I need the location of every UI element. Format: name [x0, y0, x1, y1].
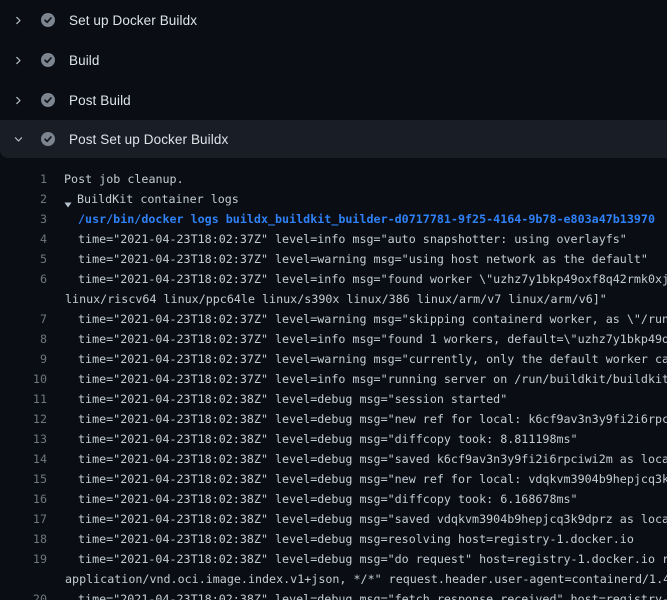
log-line: 14time="2021-04-23T18:02:38Z" level=debu… — [0, 449, 667, 469]
line-number[interactable]: 5 — [0, 249, 47, 269]
log-panel: 1Post job cleanup.2 BuildKit container lo… — [0, 158, 667, 600]
log-command-text: /usr/bin/docker logs buildx_buildkit_bui… — [47, 209, 655, 229]
line-number[interactable]: 13 — [0, 429, 47, 449]
line-number[interactable]: 12 — [0, 409, 47, 429]
log-line: application/vnd.oci.image.index.v1+json,… — [0, 569, 667, 589]
log-line: 17time="2021-04-23T18:02:38Z" level=debu… — [0, 509, 667, 529]
log-text: time="2021-04-23T18:02:37Z" level=info m… — [47, 229, 627, 249]
log-text: time="2021-04-23T18:02:37Z" level=info m… — [47, 369, 667, 389]
chevron-down-icon — [13, 131, 29, 147]
github-actions-log-viewer: Set up Docker Buildx Build Post Build Post … — [0, 0, 667, 600]
log-text: time="2021-04-23T18:02:38Z" level=debug … — [47, 549, 667, 569]
log-line: 2 BuildKit container logs — [0, 189, 667, 209]
log-text: time="2021-04-23T18:02:38Z" level=debug … — [47, 589, 667, 600]
log-line: 3/usr/bin/docker logs buildx_buildkit_bu… — [0, 209, 667, 229]
log-text: time="2021-04-23T18:02:37Z" level=info m… — [47, 269, 667, 289]
steps-list: Set up Docker Buildx Build Post Build Post … — [0, 0, 667, 158]
log-group-label: BuildKit container logs — [77, 189, 239, 209]
log-line: 1Post job cleanup. — [0, 169, 667, 189]
status-check-icon — [41, 132, 55, 146]
log-text: application/vnd.oci.image.index.v1+json,… — [47, 569, 667, 589]
log-line: 16time="2021-04-23T18:02:38Z" level=debu… — [0, 489, 667, 509]
log-line: 8time="2021-04-23T18:02:37Z" level=info … — [0, 329, 667, 349]
log-text: linux/riscv64 linux/ppc64le linux/s390x … — [47, 289, 607, 309]
line-number — [0, 569, 47, 589]
line-number[interactable]: 11 — [0, 389, 47, 409]
line-number[interactable]: 10 — [0, 369, 47, 389]
line-number[interactable]: 14 — [0, 449, 47, 469]
log-line: 10time="2021-04-23T18:02:37Z" level=info… — [0, 369, 667, 389]
line-number[interactable]: 4 — [0, 229, 47, 249]
line-number[interactable]: 20 — [0, 589, 47, 600]
status-check-icon — [41, 13, 55, 27]
log-text: time="2021-04-23T18:02:38Z" level=debug … — [47, 529, 634, 549]
step-row-set-up-docker-buildx[interactable]: Set up Docker Buildx — [0, 0, 667, 40]
log-line: 6time="2021-04-23T18:02:37Z" level=info … — [0, 269, 667, 289]
log-line: 19time="2021-04-23T18:02:38Z" level=debu… — [0, 549, 667, 569]
log-line: 12time="2021-04-23T18:02:38Z" level=debu… — [0, 409, 667, 429]
log-text: Post job cleanup. — [47, 169, 184, 189]
line-number[interactable]: 16 — [0, 489, 47, 509]
step-label: Post Build — [69, 93, 131, 108]
log-line: linux/riscv64 linux/ppc64le linux/s390x … — [0, 289, 667, 309]
status-check-icon — [41, 93, 55, 107]
line-number[interactable]: 18 — [0, 529, 47, 549]
log-text: time="2021-04-23T18:02:38Z" level=debug … — [47, 389, 507, 409]
log-line: 18time="2021-04-23T18:02:38Z" level=debu… — [0, 529, 667, 549]
log-group-toggle[interactable]: BuildKit container logs — [47, 189, 239, 209]
log-line: 7time="2021-04-23T18:02:37Z" level=warni… — [0, 309, 667, 329]
log-text: time="2021-04-23T18:02:38Z" level=debug … — [47, 489, 578, 509]
log-text: time="2021-04-23T18:02:37Z" level=info m… — [47, 329, 667, 349]
line-number[interactable]: 19 — [0, 549, 47, 569]
log-text: time="2021-04-23T18:02:37Z" level=warnin… — [47, 309, 667, 329]
line-number[interactable]: 8 — [0, 329, 47, 349]
log-line: 15time="2021-04-23T18:02:38Z" level=debu… — [0, 469, 667, 489]
line-number[interactable]: 9 — [0, 349, 47, 369]
log-line: 4time="2021-04-23T18:02:37Z" level=info … — [0, 229, 667, 249]
line-number[interactable]: 7 — [0, 309, 47, 329]
step-label: Post Set up Docker Buildx — [69, 132, 228, 147]
triangle-down-icon — [64, 195, 72, 203]
log-text: time="2021-04-23T18:02:38Z" level=debug … — [47, 429, 578, 449]
line-number[interactable]: 2 — [0, 189, 47, 209]
log-line: 5time="2021-04-23T18:02:37Z" level=warni… — [0, 249, 667, 269]
chevron-right-icon — [13, 92, 29, 108]
line-number[interactable]: 17 — [0, 509, 47, 529]
step-row-post-build[interactable]: Post Build — [0, 80, 667, 120]
log-line: 9time="2021-04-23T18:02:37Z" level=warni… — [0, 349, 667, 369]
log-text: time="2021-04-23T18:02:37Z" level=warnin… — [47, 349, 667, 369]
step-row-post-set-up-docker-buildx[interactable]: Post Set up Docker Buildx — [0, 120, 667, 158]
log-text: time="2021-04-23T18:02:38Z" level=debug … — [47, 509, 667, 529]
log-line: 20time="2021-04-23T18:02:38Z" level=debu… — [0, 589, 667, 600]
log-line: 11time="2021-04-23T18:02:38Z" level=debu… — [0, 389, 667, 409]
step-label: Set up Docker Buildx — [69, 13, 197, 28]
log-text: time="2021-04-23T18:02:37Z" level=warnin… — [47, 249, 648, 269]
step-label: Build — [69, 53, 100, 68]
line-number — [0, 289, 47, 309]
chevron-right-icon — [13, 12, 29, 28]
line-number[interactable]: 6 — [0, 269, 47, 289]
step-row-build[interactable]: Build — [0, 40, 667, 80]
log-text: time="2021-04-23T18:02:38Z" level=debug … — [47, 409, 667, 429]
line-number[interactable]: 1 — [0, 169, 47, 189]
line-number[interactable]: 3 — [0, 209, 47, 229]
chevron-right-icon — [13, 52, 29, 68]
log-text: time="2021-04-23T18:02:38Z" level=debug … — [47, 469, 667, 489]
line-number[interactable]: 15 — [0, 469, 47, 489]
status-check-icon — [41, 53, 55, 67]
log-text: time="2021-04-23T18:02:38Z" level=debug … — [47, 449, 667, 469]
log-line: 13time="2021-04-23T18:02:38Z" level=debu… — [0, 429, 667, 449]
